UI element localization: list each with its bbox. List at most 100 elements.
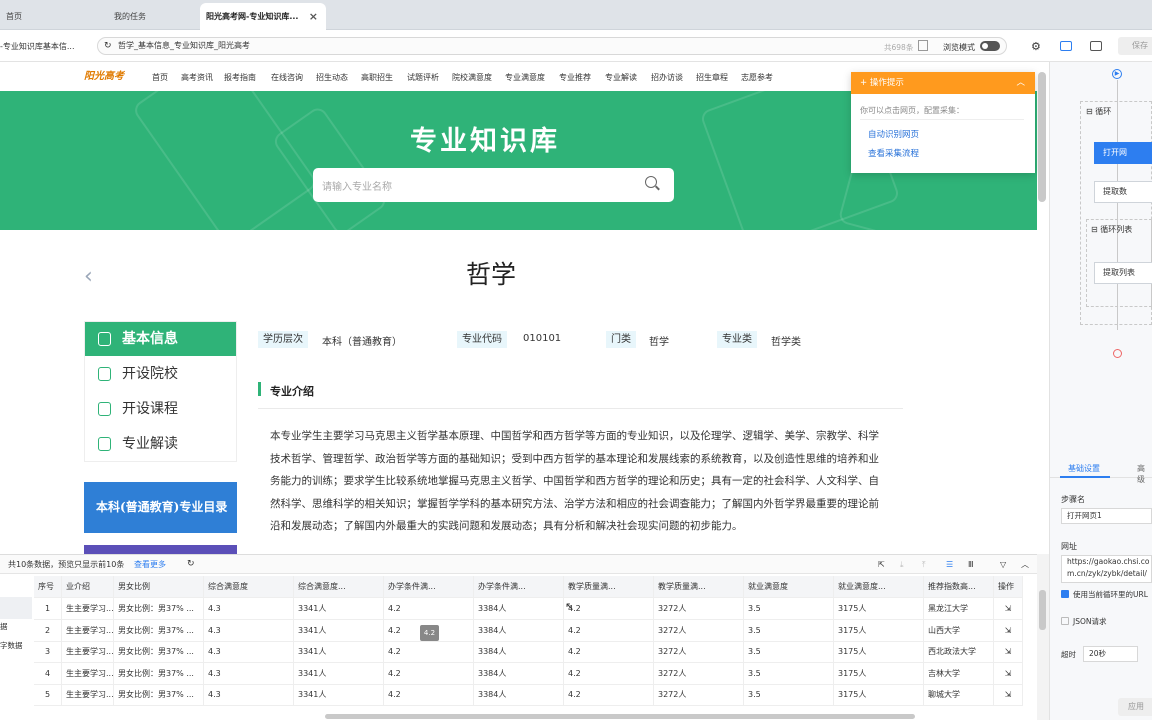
list-view-icon[interactable]: ☰	[946, 555, 953, 574]
table-cell[interactable]: 3175人	[834, 662, 924, 685]
screenshot-icon[interactable]	[918, 40, 928, 51]
table-cell[interactable]: 4.3	[204, 641, 294, 663]
page-scrollbar[interactable]	[1038, 72, 1046, 202]
table-cell[interactable]: 4.2	[564, 641, 654, 663]
sidebar-item-interpretation[interactable]: 专业解读	[85, 427, 236, 461]
table-cell[interactable]: 3341人	[294, 619, 384, 642]
auto-detect-link[interactable]: 自动识别网页	[868, 128, 919, 140]
sidebar-item-basic-info[interactable]: 基本信息	[85, 322, 236, 356]
table-cell[interactable]: 3341人	[294, 641, 384, 663]
column-header[interactable]: 教学质量满...	[564, 576, 654, 598]
table-hscrollbar[interactable]	[325, 714, 915, 719]
url-input[interactable]: https://gaokao.chsi.com.cn/zyk/zybk/deta…	[1061, 555, 1152, 583]
browse-mode-toggle[interactable]	[980, 41, 1000, 51]
json-request-checkbox[interactable]	[1061, 617, 1069, 625]
nav-item[interactable]: 报考指南	[224, 72, 256, 83]
row-action-icon[interactable]: ⇲	[994, 598, 1023, 620]
column-header[interactable]: 序号	[34, 576, 62, 598]
table-cell[interactable]: 3272人	[654, 619, 744, 642]
table-cell[interactable]: 生主要学习...	[62, 662, 114, 685]
loop-list-label[interactable]: ⊟ 循环列表	[1091, 224, 1132, 235]
table-cell[interactable]: 3384人	[474, 684, 564, 706]
step-name-input[interactable]: 打开网页1	[1061, 508, 1152, 524]
nav-item[interactable]: 专业推荐	[559, 72, 591, 83]
table-cell[interactable]: 生主要学习...	[62, 684, 114, 706]
window-icon[interactable]	[1060, 41, 1072, 51]
promo-banner[interactable]: 本科(普通教育)专业目录	[84, 482, 237, 533]
table-cell[interactable]: 西北政法大学	[924, 641, 994, 663]
table-cell[interactable]: 4.2	[564, 662, 654, 685]
table-cell[interactable]: 4.2	[384, 684, 474, 706]
view-flow-link[interactable]: 查看采集流程	[868, 147, 919, 159]
row-action-icon[interactable]: ⇲	[994, 684, 1023, 706]
nav-item[interactable]: 高职招生	[361, 72, 393, 83]
use-loop-url-checkbox[interactable]	[1061, 590, 1069, 598]
collapse-icon[interactable]: ︿	[1021, 555, 1029, 574]
table-cell[interactable]: 吉林大学	[924, 662, 994, 685]
refresh-icon[interactable]: ↻	[104, 38, 112, 54]
extract-list-node[interactable]: 提取列表	[1094, 262, 1152, 284]
table-cell[interactable]: 3384人	[474, 662, 564, 685]
side-tab-label[interactable]: 字数据	[0, 640, 23, 651]
table-cell[interactable]: 1	[34, 598, 62, 620]
table-cell[interactable]: 3341人	[294, 684, 384, 706]
row-action-icon[interactable]: ⇲	[994, 641, 1023, 663]
table-cell[interactable]: 4.2	[564, 684, 654, 706]
column-header[interactable]: 办学条件满...	[474, 576, 564, 598]
nav-item[interactable]: 志愿参考	[741, 72, 773, 83]
side-tab-active[interactable]	[0, 597, 32, 619]
table-cell[interactable]: 3.5	[744, 619, 834, 642]
table-cell[interactable]: 4	[34, 662, 62, 685]
table-cell[interactable]: 4.2	[564, 619, 654, 642]
table-cell[interactable]: 3384人	[474, 598, 564, 620]
tab-my-tasks[interactable]: 我的任务	[108, 3, 198, 30]
table-cell[interactable]: 5	[34, 684, 62, 706]
table-cell[interactable]: 3175人	[834, 641, 924, 663]
table-cell[interactable]: 4.2	[384, 598, 474, 620]
chevron-up-icon[interactable]: ︿	[1016, 72, 1025, 94]
see-more-link[interactable]: 查看更多	[134, 555, 166, 574]
gear-icon[interactable]: ⚙	[1031, 40, 1041, 53]
table-cell[interactable]: 3384人	[474, 619, 564, 642]
site-logo[interactable]: 阳光高考	[84, 67, 132, 87]
table-cell[interactable]: 3175人	[834, 619, 924, 642]
table-cell[interactable]: 4.3	[204, 619, 294, 642]
table-cell[interactable]: 4.2	[384, 641, 474, 663]
table-cell[interactable]: 男女比例：男37% ...	[114, 619, 204, 642]
table-cell[interactable]: 3.5	[744, 684, 834, 706]
column-view-icon[interactable]: Ⅲ	[968, 555, 974, 574]
table-cell[interactable]: 3175人	[834, 684, 924, 706]
nav-item[interactable]: 院校满意度	[452, 72, 492, 83]
column-header[interactable]: 教学质量满...	[654, 576, 744, 598]
table-cell[interactable]: 山西大学	[924, 619, 994, 642]
table-cell[interactable]: 3.5	[744, 662, 834, 685]
save-button[interactable]: 保存	[1118, 37, 1152, 55]
table-cell[interactable]: 3272人	[654, 641, 744, 663]
row-action-icon[interactable]: ⇲	[994, 662, 1023, 685]
table-cell[interactable]: 3175人	[834, 598, 924, 620]
table-cell[interactable]: 4.2	[564, 598, 654, 620]
column-header[interactable]: 推荐指数高...	[924, 576, 994, 598]
table-cell[interactable]: 3384人	[474, 641, 564, 663]
tab-gaokao[interactable]: 阳光高考网-专业知识库... ×	[200, 3, 326, 30]
nav-item[interactable]: 试题评析	[407, 72, 439, 83]
tab-basic-settings[interactable]: 基础设置	[1068, 463, 1100, 474]
column-header[interactable]: 办学条件满...	[384, 576, 474, 598]
column-header[interactable]: 业介绍	[62, 576, 114, 598]
column-header[interactable]: 操作	[994, 576, 1023, 598]
extract-node[interactable]: 提取数	[1094, 181, 1152, 203]
table-cell[interactable]: 3.5	[744, 641, 834, 663]
address-input[interactable]: ↻ 哲学_基本信息_专业知识库_阳光高考	[97, 37, 1007, 55]
refresh-icon[interactable]: ↻	[187, 555, 195, 574]
tab-advanced[interactable]: 高级	[1137, 463, 1152, 485]
column-header[interactable]: 就业满意度	[744, 576, 834, 598]
filter-icon[interactable]: ▽	[1000, 555, 1006, 574]
export-icon[interactable]: ⇱	[878, 555, 885, 574]
nav-item[interactable]: 首页	[152, 72, 168, 83]
table-cell[interactable]: 男女比例：男37% ...	[114, 641, 204, 663]
nav-item[interactable]: 在线咨询	[271, 72, 303, 83]
nav-item[interactable]: 招生动态	[316, 72, 348, 83]
panel-icon[interactable]	[1090, 41, 1102, 51]
column-header[interactable]: 就业满意度...	[834, 576, 924, 598]
table-cell[interactable]: 生主要学习...	[62, 619, 114, 642]
